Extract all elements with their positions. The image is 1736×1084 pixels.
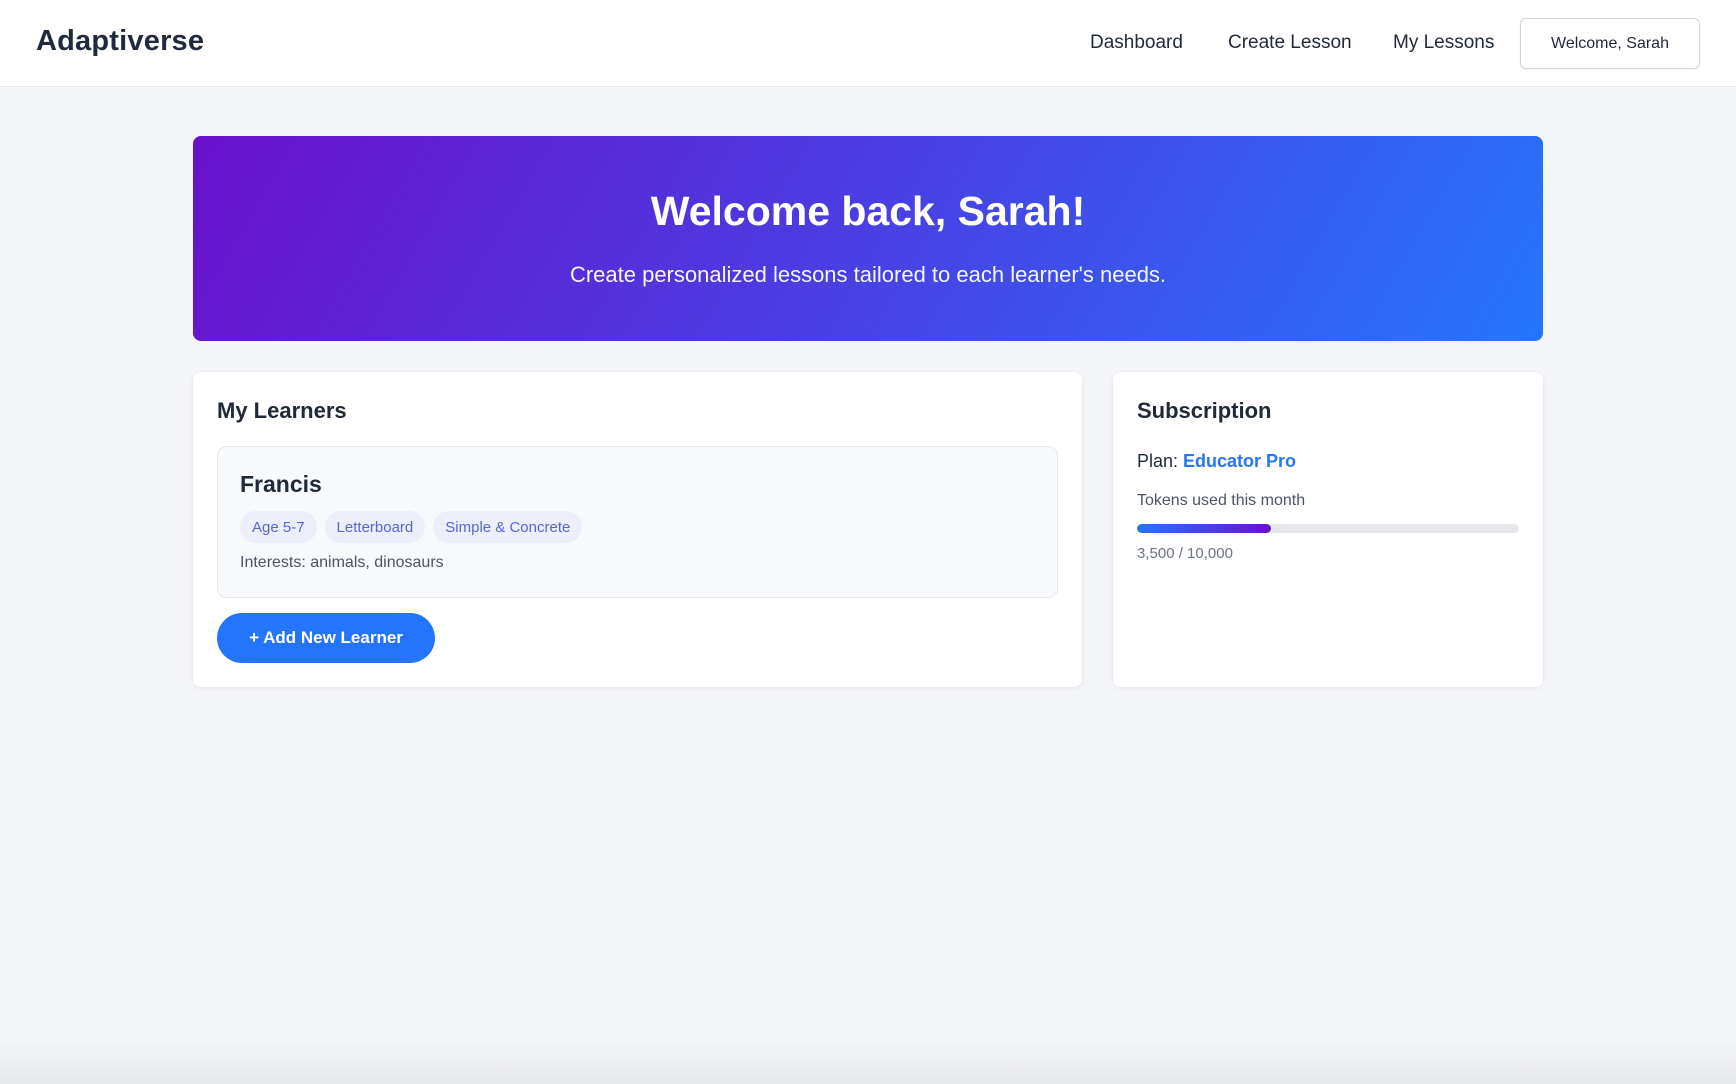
user-menu-button[interactable]: Welcome, Sarah xyxy=(1520,18,1700,69)
top-navbar: Adaptiverse Dashboard Create Lesson My L… xyxy=(0,0,1736,87)
learner-tags: Age 5-7 Letterboard Simple & Concrete xyxy=(240,511,583,543)
learner-interests: Interests: animals, dinosaurs xyxy=(240,554,444,571)
learner-tag: Simple & Concrete xyxy=(433,511,583,543)
learners-title: My Learners xyxy=(217,398,347,423)
subscription-title: Subscription xyxy=(1137,398,1272,423)
welcome-banner: Welcome back, Sarah! Create personalized… xyxy=(193,136,1543,341)
tokens-progress-fill xyxy=(1137,524,1271,533)
nav-my-lessons[interactable]: My Lessons xyxy=(1393,32,1494,54)
tokens-label: Tokens used this month xyxy=(1137,492,1306,509)
welcome-title: Welcome back, Sarah! xyxy=(650,188,1086,234)
subscription-card: Subscription Plan: Educator Pro Tokens u… xyxy=(1113,372,1543,687)
learner-tag: Age 5-7 xyxy=(240,511,317,543)
welcome-subtitle: Create personalized lessons tailored to … xyxy=(569,262,1167,287)
learner-card[interactable]: Francis Age 5-7 Letterboard Simple & Con… xyxy=(217,446,1058,598)
brand-logo[interactable]: Adaptiverse xyxy=(36,25,204,58)
learners-card: My Learners Francis Age 5-7 Letterboard … xyxy=(193,372,1082,687)
tokens-count: 3,500 / 10,000 xyxy=(1137,545,1233,562)
add-learner-button[interactable]: + Add New Learner xyxy=(217,613,435,663)
tokens-progress-bar xyxy=(1137,524,1519,533)
plan-name: Educator Pro xyxy=(1183,451,1297,471)
nav-create-lesson[interactable]: Create Lesson xyxy=(1228,32,1352,54)
bottom-shade xyxy=(0,1040,1736,1084)
nav-dashboard[interactable]: Dashboard xyxy=(1090,32,1183,54)
plan-label: Plan: xyxy=(1137,451,1184,471)
learner-name: Francis xyxy=(240,471,322,497)
plan-row: Plan: Educator Pro xyxy=(1137,451,1296,472)
learner-tag: Letterboard xyxy=(324,511,426,543)
